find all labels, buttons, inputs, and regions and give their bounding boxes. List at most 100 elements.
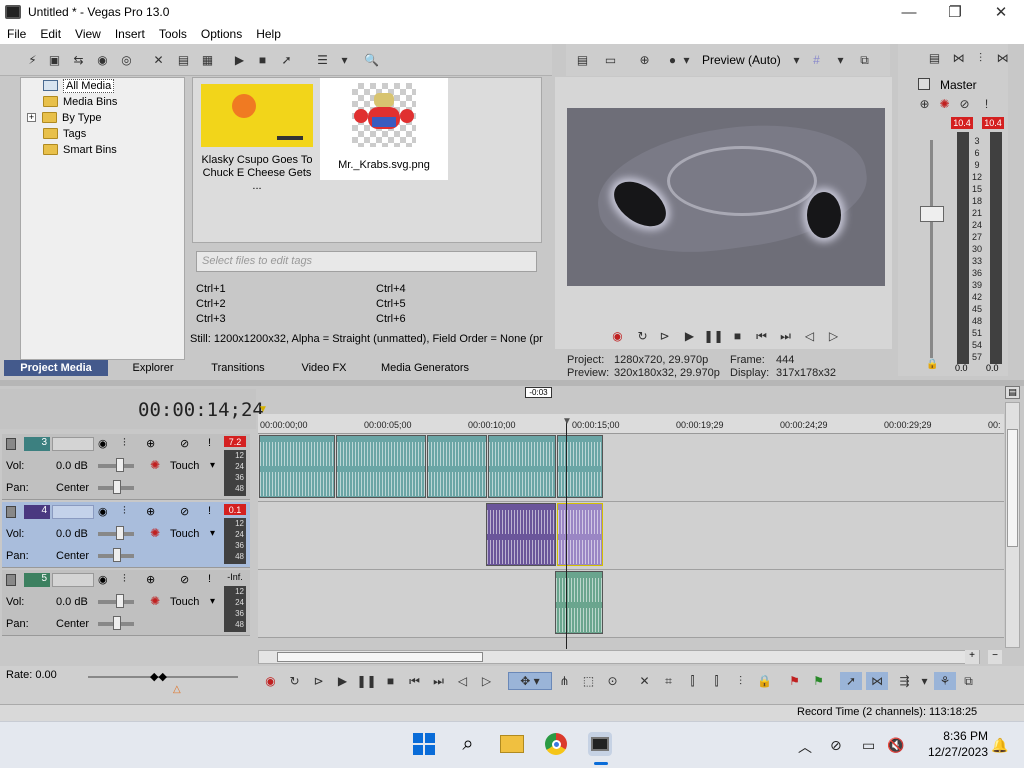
dim-output-icon[interactable]: ⋈ — [994, 50, 1011, 66]
tree-item-media-bins[interactable]: Media Bins — [43, 94, 117, 109]
display-icon[interactable]: ▭ — [862, 737, 875, 754]
automation-dropdown-icon[interactable]: ▾ — [210, 528, 215, 539]
tree-item-by-type[interactable]: + By Type — [27, 110, 102, 125]
vegas-taskbar-icon[interactable] — [588, 732, 612, 756]
automation-icon[interactable]: ✺ — [150, 458, 160, 472]
tree-item-tags[interactable]: Tags — [43, 126, 86, 141]
arm-record-icon[interactable]: ◉ — [98, 573, 108, 586]
audio-clip[interactable] — [555, 571, 603, 634]
audio-clip-selected[interactable] — [557, 503, 603, 566]
trim-icon[interactable]: ⌗ — [660, 672, 677, 690]
quality-dropdown-icon[interactable]: ▾ — [788, 52, 805, 68]
zoom-tool-icon[interactable]: ⊙ — [604, 672, 621, 690]
video-frame[interactable] — [567, 108, 885, 286]
pan-slider-handle[interactable] — [113, 548, 121, 562]
previous-frame-icon[interactable]: ◁ — [801, 329, 818, 343]
audio-clip[interactable] — [336, 435, 426, 498]
vol-slider-handle[interactable] — [116, 526, 124, 540]
envelope-tool-icon[interactable]: ⋔ — [556, 672, 573, 690]
go-to-start-icon[interactable]: ⏮ — [406, 672, 423, 690]
track-lane-5[interactable] — [258, 570, 1004, 638]
tab-video-fx[interactable]: Video FX — [278, 360, 370, 376]
auto-preview-icon[interactable]: ➚ — [278, 52, 295, 68]
grid-overlay-icon[interactable]: # — [808, 52, 825, 68]
capture-video-icon[interactable]: ▣ — [46, 52, 63, 68]
tab-explorer[interactable]: Explorer — [108, 360, 198, 376]
selection-tool-icon[interactable]: ⬚ — [580, 672, 597, 690]
media-fx-icon[interactable]: ▦ — [199, 52, 216, 68]
solo-icon[interactable]: ! — [978, 96, 995, 112]
vol-slider-handle[interactable] — [116, 594, 124, 608]
tag-input[interactable]: Select files to edit tags — [196, 251, 537, 272]
solo-icon[interactable]: ! — [208, 437, 211, 449]
network-icon[interactable]: ⊘ — [830, 737, 842, 754]
next-frame-icon[interactable]: ▷ — [478, 672, 495, 690]
trim-end-icon[interactable]: ⫿ — [708, 672, 725, 690]
track-name-field[interactable] — [52, 573, 94, 587]
close-button[interactable]: ✕ — [978, 0, 1024, 24]
tab-media-generators[interactable]: Media Generators — [370, 360, 480, 376]
clock-date[interactable]: 12/27/2023 — [918, 745, 988, 759]
marker-toolbar-icon[interactable]: ▤ — [1005, 386, 1020, 399]
auto-ripple-icon[interactable]: ⇶ — [896, 672, 913, 690]
properties-icon[interactable]: ▤ — [175, 52, 192, 68]
downmix-icon[interactable]: ⋈ — [950, 50, 967, 66]
scrollbar-thumb[interactable] — [1007, 429, 1018, 547]
search-icon[interactable]: 🔍 — [363, 52, 380, 68]
minimize-button[interactable]: — — [886, 0, 932, 24]
remove-icon[interactable]: ✕ — [150, 52, 167, 68]
search-icon[interactable]: ⌕ — [456, 732, 480, 756]
arm-record-icon[interactable]: ◉ — [98, 505, 108, 518]
enable-snapping-icon[interactable]: ➚ — [840, 672, 862, 690]
views-icon[interactable]: ☰ — [314, 52, 331, 68]
shortcut-slot[interactable]: Ctrl+1 — [196, 283, 226, 295]
media-search-icon[interactable]: ◎ — [118, 52, 135, 68]
start-button-icon[interactable] — [412, 732, 436, 756]
record-icon[interactable]: ◉ — [609, 329, 626, 343]
automation-mode[interactable]: Touch — [170, 528, 199, 540]
stop-icon[interactable]: ■ — [254, 52, 271, 68]
lock-icon[interactable]: 🔒 — [756, 672, 773, 690]
track-motion-icon[interactable]: ⊕ — [146, 573, 155, 586]
playhead[interactable] — [566, 419, 567, 649]
chrome-icon[interactable] — [544, 732, 568, 756]
overlay-dropdown-icon[interactable]: ▾ — [678, 52, 695, 68]
menu-options[interactable]: Options — [194, 27, 249, 41]
automation-icon[interactable]: ✺ — [150, 594, 160, 608]
track-fx-icon[interactable]: ⫶ — [123, 505, 126, 518]
menu-view[interactable]: View — [68, 27, 108, 41]
track-motion-icon[interactable]: ⊕ — [146, 437, 155, 450]
pause-icon[interactable]: ❚❚ — [356, 672, 376, 690]
shortcut-slot[interactable]: Ctrl+5 — [376, 298, 406, 310]
scrollbar-thumb[interactable] — [277, 652, 483, 662]
external-monitor-icon[interactable]: ▭ — [602, 52, 619, 68]
views-dropdown-icon[interactable]: ▾ — [336, 52, 353, 68]
shortcut-slot[interactable]: Ctrl+2 — [196, 298, 226, 310]
mute-icon[interactable]: ⊘ — [180, 573, 189, 586]
file-explorer-icon[interactable] — [500, 732, 524, 756]
vol-slider-handle[interactable] — [116, 458, 124, 472]
audio-clip[interactable] — [427, 435, 487, 498]
preview-quality-select[interactable]: Preview (Auto) — [702, 53, 781, 67]
track-motion-icon[interactable]: ⊕ — [146, 505, 155, 518]
lock-envelopes-icon[interactable]: ⚘ — [934, 672, 956, 690]
splitter[interactable] — [0, 380, 1024, 386]
time-ruler[interactable]: 00:00:00;00 00:00:05;00 00:00:10;00 00:0… — [258, 414, 1004, 434]
automation-mode[interactable]: Touch — [170, 596, 199, 608]
play-from-start-icon[interactable]: ⊳ — [310, 672, 327, 690]
solo-icon[interactable]: ! — [208, 573, 211, 585]
menu-insert[interactable]: Insert — [108, 27, 152, 41]
insert-region-icon[interactable]: ⚑ — [810, 672, 827, 690]
clock-time[interactable]: 8:36 PM — [932, 729, 988, 743]
menu-tools[interactable]: Tools — [152, 27, 194, 41]
track-fx-icon[interactable]: ⫶ — [123, 437, 126, 450]
cursor-time[interactable]: 00:00:14;24 — [138, 399, 264, 421]
auto-ripple-dropdown-icon[interactable]: ▾ — [916, 672, 933, 690]
auto-crossfades-icon[interactable]: ⋈ — [866, 672, 888, 690]
playhead-handle-icon[interactable]: ▼ — [562, 416, 572, 427]
fx-icon[interactable]: ✺ — [936, 96, 953, 112]
loop-playback-icon[interactable]: ↻ — [286, 672, 303, 690]
play-icon[interactable]: ▶ — [334, 672, 351, 690]
split-screen-icon[interactable]: ⊕ — [636, 52, 653, 68]
go-to-end-icon[interactable]: ⏭ — [777, 329, 794, 343]
